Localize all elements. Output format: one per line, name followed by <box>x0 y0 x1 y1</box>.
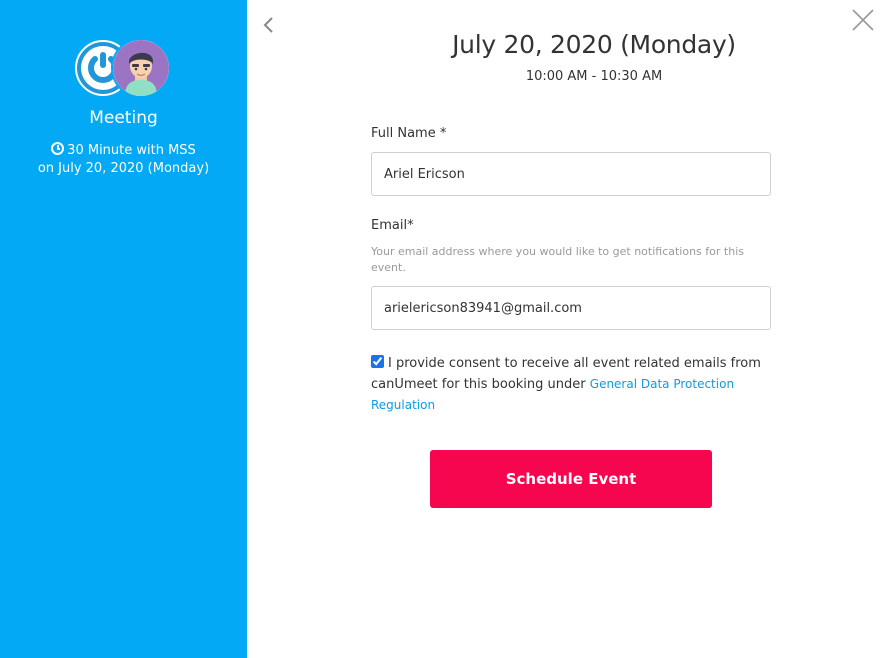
close-icon[interactable] <box>851 8 875 32</box>
meeting-date: on July 20, 2020 (Monday) <box>37 161 210 176</box>
clock-icon <box>51 142 65 155</box>
meeting-duration-text: 30 Minute with MSS <box>67 143 196 158</box>
consent-checkbox[interactable] <box>371 355 384 368</box>
time-range: 10:00 AM - 10:30 AM <box>525 69 663 84</box>
schedule-event-button[interactable]: Schedule Event <box>430 450 712 508</box>
meeting-duration: 30 Minute with MSS <box>0 142 247 160</box>
full-name-label: Full Name * <box>371 126 447 141</box>
email-help-text: Your email address where you would like … <box>371 245 744 274</box>
avatar-group <box>73 38 173 98</box>
meeting-title: Meeting <box>89 108 158 128</box>
email-label: Email* <box>371 218 414 233</box>
full-name-input[interactable] <box>371 152 771 196</box>
page-title: July 20, 2020 (Monday) <box>452 30 736 59</box>
consent-row: I provide consent to receive all event r… <box>371 354 771 416</box>
chevron-left-icon[interactable] <box>259 14 279 36</box>
sidebar: Meeting 30 Minute with MSS on July 20, 2… <box>0 0 247 658</box>
user-avatar-icon <box>111 38 171 98</box>
email-input[interactable] <box>371 286 771 330</box>
